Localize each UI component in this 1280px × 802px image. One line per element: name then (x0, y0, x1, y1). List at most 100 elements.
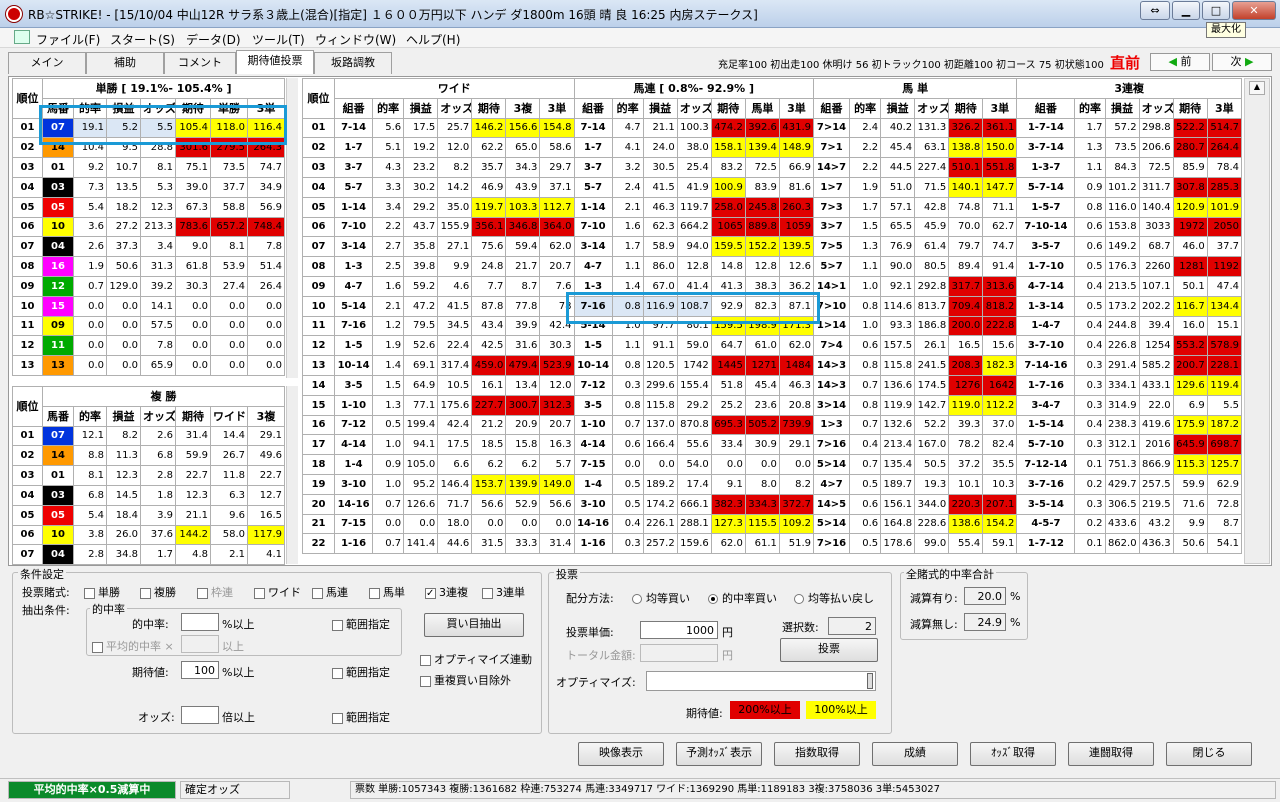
table-row[interactable]: 06 10 3.8 26.0 37.6 144.2 58.0 117.9 (12, 524, 285, 546)
table-row[interactable]: 10 5-14 2.1 47.2 41.5 87.8 77.8 78 7-16 0.8 116.9 1… (302, 295, 1242, 317)
menu-help[interactable]: ヘルプ(H) (406, 31, 460, 48)
optimize-slider-thumb[interactable] (867, 673, 873, 689)
bet-umatan[interactable]: 馬単 (369, 584, 405, 600)
odds-range[interactable]: 範囲指定 (332, 709, 390, 725)
menu-data[interactable]: データ(D) (186, 31, 241, 48)
no-duplicate[interactable]: 重複買い目除外 (420, 672, 511, 688)
vote-button[interactable]: 投票 (780, 638, 878, 662)
optimize-slider[interactable] (646, 671, 876, 691)
ev-range[interactable]: 範囲指定 (332, 664, 390, 680)
tab-hill-training[interactable]: 坂路調教 (314, 52, 392, 74)
table-row[interactable]: 09 12 0.7 129.0 39.2 30.3 27.4 26.4 (12, 275, 286, 297)
results-button[interactable]: 成績 (872, 742, 958, 766)
table-row[interactable]: 02 1-7 5.1 19.2 12.0 62.2 65.0 58.6 1-7 4.1 24.0 38… (302, 137, 1242, 159)
table-row[interactable]: 07 04 2.6 37.3 3.4 9.0 8.1 7.8 (12, 236, 286, 258)
table-row[interactable]: 01 07 12.1 8.2 2.6 31.4 14.4 29.1 (12, 425, 285, 447)
table-row[interactable]: 06 10 3.6 27.2 213.3 783.6 657.2 748.4 (12, 216, 286, 238)
table-row[interactable]: 12 11 0.0 0.0 7.8 0.0 0.0 0.0 (12, 335, 286, 357)
table-row[interactable]: 12 1-5 1.9 52.6 22.4 42.5 31.6 30.3 1-5 1.1 91.1 59… (302, 335, 1242, 357)
table-row[interactable]: 11 09 0.0 0.0 57.5 0.0 0.0 0.0 (12, 315, 286, 337)
tab-expected-value[interactable]: 期待値投票 (236, 50, 314, 74)
odds-input[interactable] (181, 706, 219, 724)
table-row[interactable]: 04 5-7 3.3 30.2 14.2 46.9 43.9 37.1 5-7 2.4 41.5 41… (302, 176, 1242, 198)
umatan-checkbox[interactable] (369, 587, 380, 599)
bet-umaren[interactable]: 馬連 (312, 584, 348, 600)
table-row[interactable]: 05 05 5.4 18.2 12.3 67.3 58.8 56.9 (12, 196, 286, 218)
unit-price-input[interactable]: 1000 (640, 621, 718, 639)
table-row[interactable]: 19 3-10 1.0 95.2 146.4 153.7 139.9 149.0 1-4 0.5 1… (302, 473, 1242, 495)
predict-odds-button[interactable]: 予測ｵｯｽﾞ表示 (676, 742, 762, 766)
bet-wide[interactable]: ワイド (254, 584, 301, 600)
table-row[interactable]: 20 14-16 0.7 126.6 71.7 56.6 52.9 56.6 3-10 0.5 17… (302, 493, 1242, 515)
optimize-link-checkbox[interactable] (420, 654, 431, 666)
minimize-button[interactable]: ▁ (1172, 1, 1200, 20)
close-window-button[interactable]: ✕ (1232, 1, 1276, 20)
sanrenpuku-checkbox[interactable] (425, 587, 436, 599)
bet-sanrentan[interactable]: 3連単 (482, 584, 525, 600)
hit-rate-input[interactable] (181, 613, 219, 631)
table-row[interactable]: 01 7-14 5.6 17.5 25.7 146.2 156.6 154.8 7-14 4.7 2… (302, 117, 1242, 139)
method-equal-payout[interactable]: 均等払い戻し (794, 590, 874, 606)
table-row[interactable]: 21 7-15 0.0 0.0 18.0 0.0 0.0 0.0 14-16 0.4 226.1 28… (302, 513, 1242, 535)
ev-range-checkbox[interactable] (332, 667, 343, 679)
menu-start[interactable]: スタート(S) (110, 31, 175, 48)
table-row[interactable]: 15 1-10 1.3 77.1 175.6 227.7 300.7 312.3 3-5 0.8 1… (302, 394, 1242, 416)
table-row[interactable]: 02 14 8.8 11.3 6.8 59.9 26.7 49.6 (12, 445, 285, 467)
table-row[interactable]: 08 1-3 2.5 39.8 9.9 24.8 21.7 20.7 4-7 1.1 86.0 12.… (302, 256, 1242, 277)
table-row[interactable]: 07 3-14 2.7 35.8 27.1 75.6 59.4 62.0 3-14 1.7 58.9… (302, 236, 1242, 258)
hit-range[interactable]: 範囲指定 (332, 616, 390, 632)
tab-aux[interactable]: 補助 (86, 52, 164, 74)
menu-file[interactable]: ファイル(F) (36, 31, 100, 48)
tab-comment[interactable]: コメント (164, 52, 236, 74)
table-row[interactable]: 05 1-14 3.4 29.2 35.0 119.7 103.3 112.7 1-14 2.1 4… (302, 196, 1242, 218)
table-row[interactable]: 06 7-10 2.2 43.7 155.9 356.1 346.8 364.0 7-10 1.6… (302, 216, 1242, 238)
extract-button[interactable]: 買い目抽出 (424, 613, 524, 637)
close-button[interactable]: 閉じる (1166, 742, 1252, 766)
table-row[interactable]: 03 01 8.1 12.3 2.8 22.7 11.8 22.7 (12, 465, 285, 486)
table-row[interactable]: 05 05 5.4 18.4 3.9 21.1 9.6 16.5 (12, 504, 285, 526)
fukusho-checkbox[interactable] (140, 587, 151, 599)
table-row[interactable]: 04 03 6.8 14.5 1.8 12.3 6.3 12.7 (12, 484, 285, 506)
menu-window[interactable]: ウィンドウ(W) (315, 31, 396, 48)
bet-sanrenpuku[interactable]: 3連複 (425, 584, 468, 600)
sanrentan-checkbox[interactable] (482, 587, 493, 599)
method-hit-rate[interactable]: 的中率買い (708, 590, 777, 606)
odds-range-checkbox[interactable] (332, 712, 343, 724)
table-row[interactable]: 03 3-7 4.3 23.2 8.2 35.7 34.3 29.7 3-7 3.2 30.5 25.… (302, 157, 1242, 178)
optimize-link[interactable]: オプティマイズ連動 (420, 651, 532, 667)
table-row[interactable]: 17 4-14 1.0 94.1 17.5 18.5 15.8 16.3 4-14 0.6 166.… (302, 434, 1242, 456)
method-equal[interactable]: 均等買い (632, 590, 690, 606)
table-row[interactable]: 07 04 2.8 34.8 1.7 4.8 2.1 4.1 (12, 544, 285, 566)
table-row[interactable]: 04 03 7.3 13.5 5.3 39.0 37.7 34.9 (12, 176, 286, 198)
menu-tools[interactable]: ツール(T) (252, 31, 305, 48)
next-button[interactable]: 次 ▶ (1212, 53, 1272, 71)
table-row[interactable]: 10 15 0.0 0.0 14.1 0.0 0.0 0.0 (12, 295, 286, 317)
wide-checkbox[interactable] (254, 587, 265, 599)
scroll-up-icon[interactable]: ▲ (1249, 81, 1265, 95)
table-row[interactable]: 18 1-4 0.9 105.0 6.6 6.2 6.2 5.7 7-15 0.0 0.0 54.0 0… (302, 454, 1242, 475)
hit-rate-radio[interactable] (708, 594, 718, 604)
tansho-scrollbar[interactable] (286, 78, 298, 378)
tansho-checkbox[interactable] (84, 587, 95, 599)
equal-payout-radio[interactable] (794, 594, 804, 604)
restore-icon[interactable]: ⇔ (1140, 1, 1170, 20)
table-row[interactable]: 08 16 1.9 50.6 31.3 61.8 53.9 51.4 (12, 256, 286, 277)
get-odds-button[interactable]: ｵｯｽﾞ取得 (970, 742, 1056, 766)
table-row[interactable]: 13 13 0.0 0.0 65.9 0.0 0.0 0.0 (12, 355, 286, 376)
video-button[interactable]: 映像表示 (578, 742, 664, 766)
equal-radio[interactable] (632, 594, 642, 604)
table-row[interactable]: 09 4-7 1.6 59.2 4.6 7.7 8.7 7.6 1-3 1.4 67.0 41.4 41… (302, 275, 1242, 297)
table-row[interactable]: 16 7-12 0.5 199.4 42.4 21.2 20.9 20.7 1-10 0.7 137… (302, 414, 1242, 436)
combo-scrollbar[interactable]: ▲ (1244, 78, 1270, 564)
table-row[interactable]: 01 07 19.1 5.2 5.5 105.4 118.0 116.4 (12, 117, 286, 139)
maximize-button[interactable]: □ (1202, 1, 1230, 20)
umaren-checkbox[interactable] (312, 587, 323, 599)
prev-button[interactable]: ◀ 前 (1150, 53, 1210, 71)
get-index-button[interactable]: 指数取得 (774, 742, 860, 766)
fukusho-scrollbar[interactable] (286, 386, 298, 564)
table-row[interactable]: 13 10-14 1.4 69.1 317.4 459.0 479.4 523.9 10-14 0… (302, 355, 1242, 376)
table-row[interactable]: 22 1-16 0.7 141.4 44.6 31.5 33.3 31.4 1-16 0.3 257… (302, 533, 1242, 555)
table-row[interactable]: 02 14 10.4 9.5 28.8 301.6 279.5 264.3 (12, 137, 286, 159)
tab-main[interactable]: メイン (8, 52, 86, 74)
no-duplicate-checkbox[interactable] (420, 675, 431, 687)
